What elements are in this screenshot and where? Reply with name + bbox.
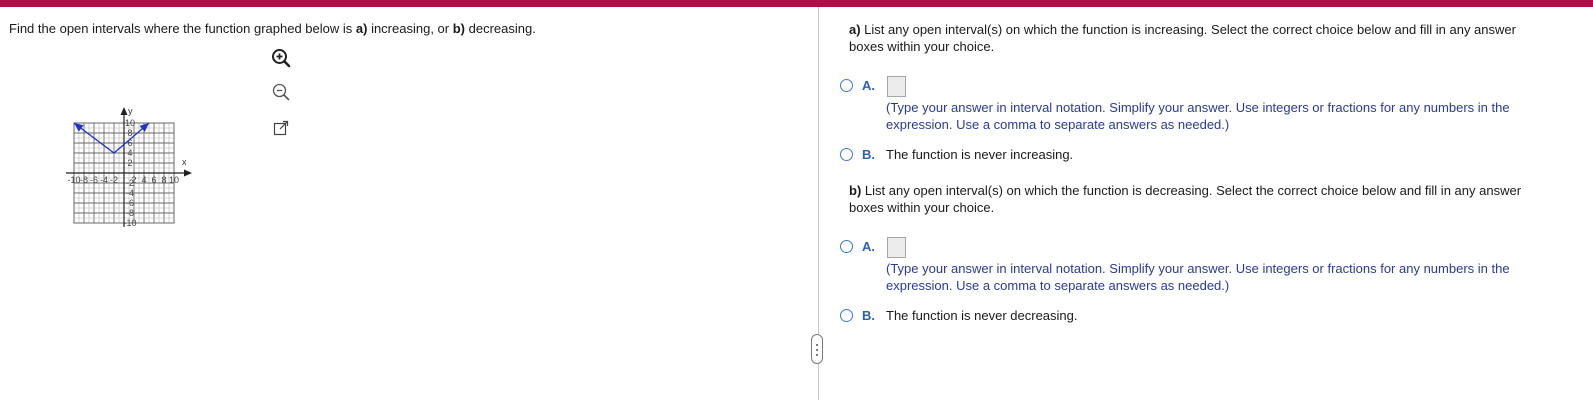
y-tick-label: 8 bbox=[127, 128, 132, 138]
prompt-a-label: a) bbox=[355, 21, 368, 36]
part-a-option-a-hint: (Type your answer in interval notation. … bbox=[886, 100, 1510, 132]
part-b-question: b) List any open interval(s) on which th… bbox=[849, 182, 1549, 216]
y-tick-label: -10 bbox=[123, 218, 136, 228]
prompt-text-3: decreasing. bbox=[465, 21, 536, 36]
part-a-question-text: List any open interval(s) on which the f… bbox=[849, 22, 1516, 54]
x-tick-label: 8 bbox=[161, 175, 166, 185]
popout-graph-button[interactable] bbox=[270, 117, 292, 139]
x-axis-arrow bbox=[184, 169, 192, 177]
x-axis-label: x bbox=[182, 157, 187, 167]
part-b-option-b-letter: B. bbox=[862, 308, 875, 323]
x-tick-label: 6 bbox=[151, 175, 156, 185]
y-tick-label: 2 bbox=[127, 158, 132, 168]
part-a-question: a) List any open interval(s) on which th… bbox=[849, 21, 1549, 55]
part-a-answer-box[interactable] bbox=[887, 76, 906, 97]
popout-icon bbox=[273, 120, 289, 136]
part-b-option-a-radio[interactable] bbox=[840, 240, 853, 253]
zoom-out-icon bbox=[272, 83, 290, 101]
x-tick-label: -4 bbox=[100, 175, 108, 185]
part-b-option-b-text: The function is never decreasing. bbox=[886, 308, 1078, 323]
answer-right-pane: a) List any open interval(s) on which th… bbox=[820, 7, 1593, 400]
y-tick-label: -8 bbox=[126, 208, 134, 218]
x-tick-label: -2 bbox=[110, 175, 118, 185]
zoom-in-icon bbox=[272, 49, 291, 68]
y-tick-label: 10 bbox=[125, 118, 135, 128]
y-tick-label: -2 bbox=[126, 178, 134, 188]
x-tick-label: -6 bbox=[90, 175, 98, 185]
top-brand-bar bbox=[0, 0, 1593, 7]
question-prompt: Find the open intervals where the functi… bbox=[9, 21, 536, 36]
prompt-b-label: b) bbox=[452, 21, 465, 36]
part-b-option-a-hint: (Type your answer in interval notation. … bbox=[886, 261, 1510, 293]
x-tick-label: -8 bbox=[80, 175, 88, 185]
zoom-out-button[interactable] bbox=[270, 81, 292, 103]
part-a-option-a-letter: A. bbox=[862, 78, 875, 93]
part-a-option-b-letter: B. bbox=[862, 147, 875, 162]
prompt-text-1: Find the open intervals where the functi… bbox=[9, 21, 356, 36]
y-axis-arrow bbox=[120, 107, 128, 115]
function-graph: xy -10 -8 -6 -4 -2 2 4 6 8 10108642-2-4-6-8-10 bbox=[66, 106, 192, 228]
part-a-option-a-radio[interactable] bbox=[840, 79, 853, 92]
y-tick-label: -6 bbox=[126, 198, 134, 208]
question-left-pane: Find the open intervals where the functi… bbox=[0, 7, 818, 400]
x-tick-label: 4 bbox=[141, 175, 146, 185]
y-tick-label: -4 bbox=[126, 188, 134, 198]
part-b-option-a-letter: A. bbox=[862, 239, 875, 254]
x-tick-label: 10 bbox=[169, 175, 179, 185]
part-b-label: b) bbox=[849, 183, 862, 198]
part-b-option-b-radio[interactable] bbox=[840, 309, 853, 322]
part-b-answer-box[interactable] bbox=[887, 237, 906, 258]
x-tick-label: -10 bbox=[67, 175, 80, 185]
part-a-label: a) bbox=[849, 22, 861, 37]
zoom-in-button[interactable] bbox=[270, 47, 292, 69]
part-a-option-b-text: The function is never increasing. bbox=[886, 147, 1074, 162]
part-b-question-text: List any open interval(s) on which the f… bbox=[849, 183, 1522, 215]
y-axis-label: y bbox=[128, 106, 133, 116]
prompt-text-2: increasing, or bbox=[367, 21, 453, 36]
part-a-option-b-radio[interactable] bbox=[840, 148, 853, 161]
y-tick-label: 4 bbox=[127, 148, 132, 158]
